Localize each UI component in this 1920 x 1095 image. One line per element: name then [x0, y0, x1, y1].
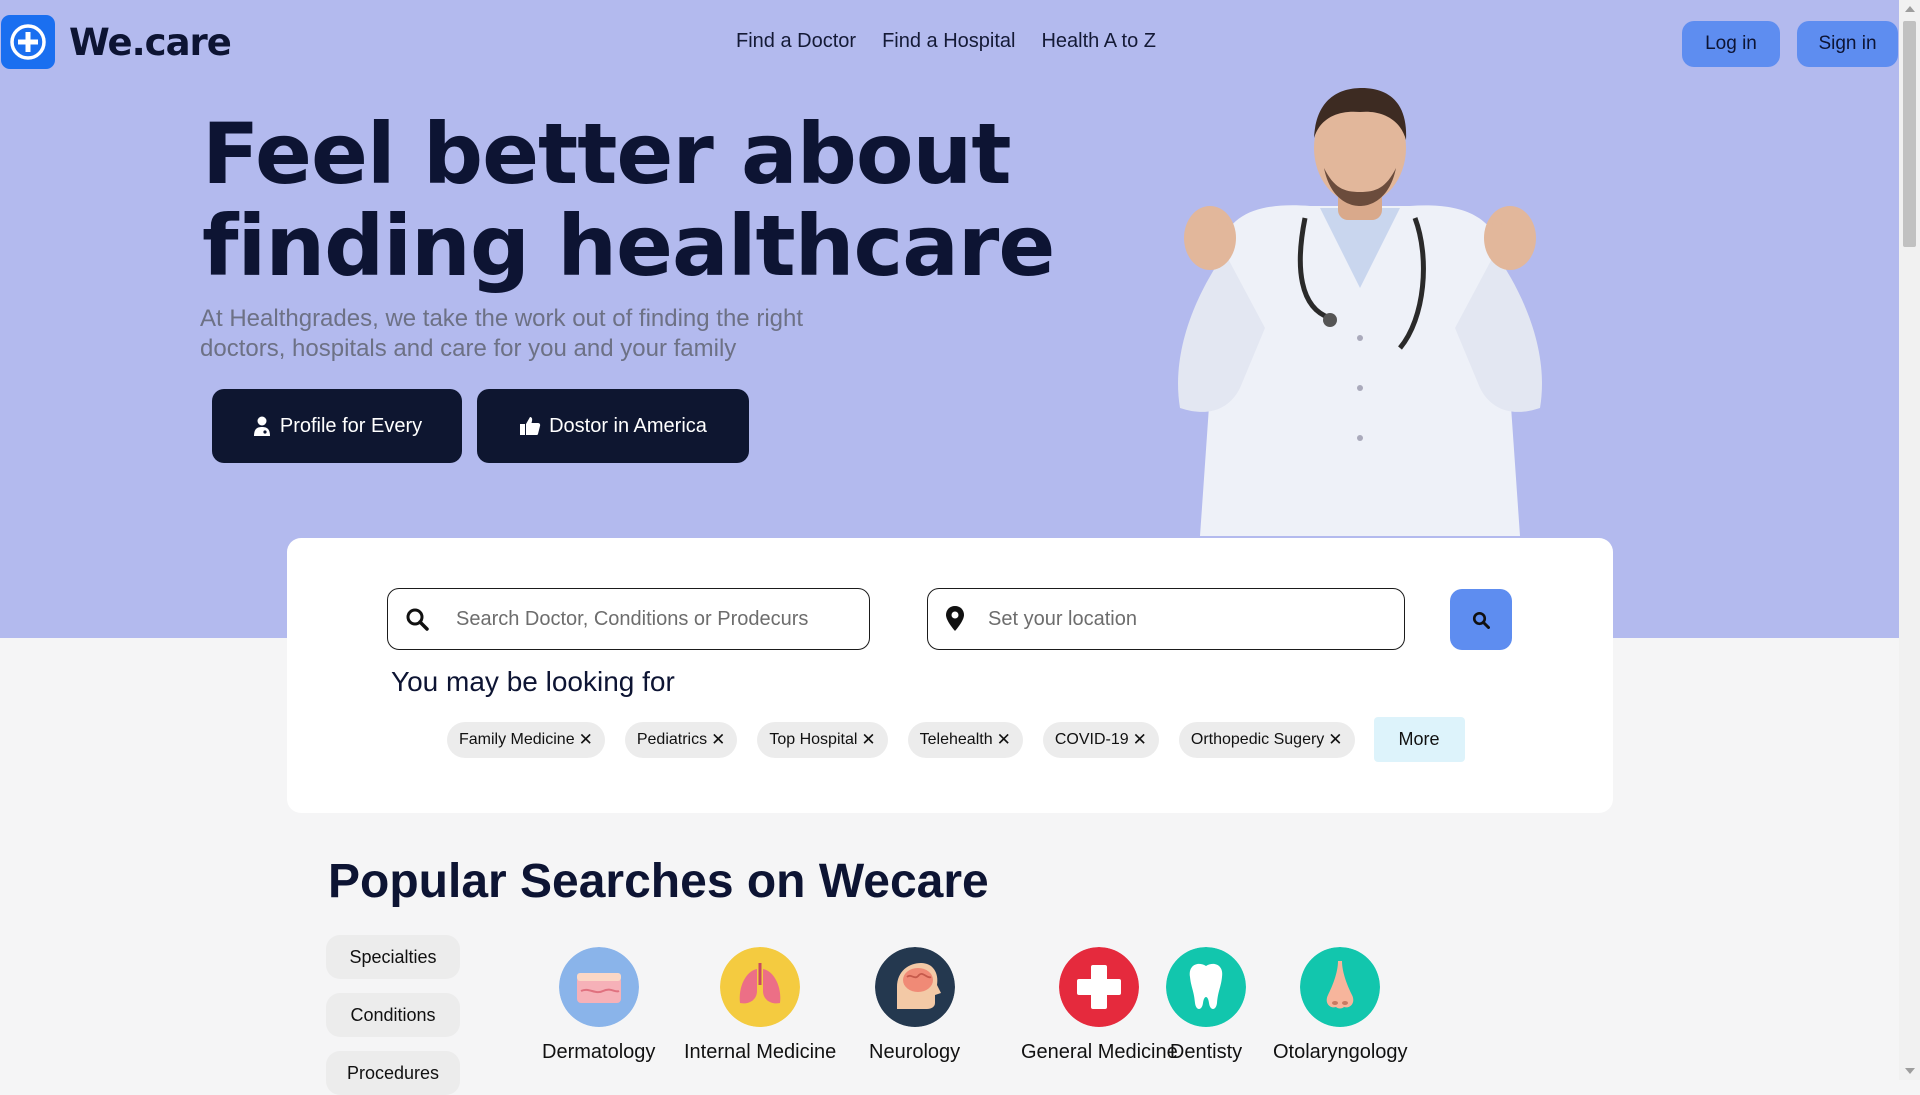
scrollbar-thumb[interactable] — [1903, 21, 1916, 247]
tab-conditions[interactable]: Conditions — [326, 993, 460, 1037]
close-icon[interactable]: ✕ — [579, 730, 593, 750]
chip-pediatrics[interactable]: Pediatrics ✕ — [624, 721, 738, 758]
specialty-label: Neurology — [869, 1041, 961, 1063]
skin-icon — [558, 947, 639, 1027]
suggestions-title: You may be looking for — [391, 666, 675, 697]
main-nav: Find a Doctor Find a Hospital Health A t… — [736, 30, 1156, 53]
suggestion-chips: Family Medicine ✕ Pediatrics ✕ Top Hospita… — [447, 717, 1465, 762]
logo[interactable]: We.care — [1, 15, 232, 69]
specialty-dentistry[interactable]: Dentisty — [1166, 947, 1246, 1064]
scroll-up-icon[interactable] — [1905, 6, 1915, 12]
search-input[interactable] — [454, 606, 869, 632]
specialty-dermatology[interactable]: Dermatology — [542, 947, 655, 1064]
hero-subtitle-line1: At Healthgrades, we take the work out of… — [200, 305, 804, 332]
specialty-label: Dermatology — [542, 1041, 656, 1063]
chip-label: Family Medicine — [459, 730, 575, 748]
chip-label: COVID-19 — [1054, 730, 1129, 748]
search-field[interactable] — [387, 588, 870, 650]
brain-icon — [874, 947, 955, 1027]
close-icon[interactable]: ✕ — [997, 730, 1011, 750]
chip-label: Top Hospital — [769, 730, 858, 748]
nose-icon — [1300, 947, 1381, 1027]
close-icon[interactable]: ✕ — [861, 730, 875, 750]
specialty-general-medicine[interactable]: General Medicine — [1021, 947, 1178, 1064]
search-icon — [404, 606, 430, 632]
specialty-label: General Medicine — [1021, 1041, 1178, 1063]
profile-button-label: Profile for Every — [279, 414, 423, 437]
hero-subtitle: At Healthgrades, we take the work out of… — [200, 304, 900, 364]
search-submit-button[interactable] — [1450, 589, 1512, 650]
tab-specialties[interactable]: Specialties — [326, 935, 460, 979]
signin-button[interactable]: Sign in — [1797, 21, 1898, 67]
chip-label: Orthopedic Sugery — [1190, 730, 1325, 748]
specialty-label: Otolaryngology — [1273, 1041, 1408, 1063]
thumbs-up-icon — [520, 417, 541, 435]
hero-title-line1: Feel better about — [202, 105, 1011, 203]
close-icon[interactable]: ✕ — [1133, 730, 1147, 750]
specialty-internal-medicine[interactable]: Internal Medicine — [684, 947, 836, 1064]
doctor-image — [1178, 88, 1542, 536]
popular-searches-title: Popular Searches on Wecare — [328, 855, 989, 908]
location-field[interactable] — [927, 588, 1405, 650]
chip-label: Pediatrics — [636, 730, 708, 748]
doctor-in-america-label: Dostor in America — [549, 414, 707, 437]
profile-button[interactable]: Profile for Every — [212, 389, 462, 463]
chip-label: Telehealth — [919, 730, 993, 748]
specialty-neurology[interactable]: Neurology — [869, 947, 960, 1064]
tab-procedures[interactable]: Procedures — [326, 1051, 460, 1095]
tooth-icon — [1166, 947, 1246, 1027]
doctor-in-america-button[interactable]: Dostor in America — [477, 389, 749, 463]
specialty-label: Internal Medicine — [684, 1041, 837, 1063]
location-pin-icon — [942, 606, 968, 632]
chip-family-medicine[interactable]: Family Medicine ✕ — [447, 721, 605, 758]
hero-title-line2: finding healthcare — [202, 197, 1055, 295]
medical-cross-icon — [1059, 947, 1140, 1027]
search-card: You may be looking for Family Medicine✕ … — [287, 538, 1613, 813]
location-input[interactable] — [986, 606, 1404, 632]
more-button[interactable]: More — [1373, 717, 1465, 762]
plus-icon — [1, 15, 55, 69]
nav-find-doctor[interactable]: Find a Doctor — [736, 30, 856, 53]
nav-find-hospital[interactable]: Find a Hospital — [882, 30, 1015, 53]
logo-text: We.care — [69, 20, 232, 64]
search-icon — [1472, 611, 1490, 629]
chip-covid-19[interactable]: COVID-19 ✕ — [1042, 721, 1159, 758]
lungs-icon — [720, 947, 801, 1027]
specialty-otolaryngology[interactable]: Otolaryngology — [1273, 947, 1408, 1064]
page-scrollbar[interactable] — [1899, 0, 1920, 1080]
close-icon[interactable]: ✕ — [711, 730, 725, 750]
close-icon[interactable]: ✕ — [1328, 730, 1342, 750]
hero-title: Feel better about finding healthcare — [202, 105, 1055, 295]
chip-telehealth[interactable]: Telehealth ✕ — [907, 721, 1023, 758]
login-button[interactable]: Log in — [1682, 21, 1780, 67]
doctor-icon — [253, 416, 270, 436]
chip-top-hospital[interactable]: Top Hospital ✕ — [757, 721, 888, 758]
chip-orthopedic-surgery[interactable]: Orthopedic Sugery ✕ — [1178, 721, 1355, 758]
specialty-label: Dentisty — [1169, 1041, 1243, 1063]
nav-health-a-to-z[interactable]: Health A to Z — [1041, 30, 1156, 53]
hero-subtitle-line2: doctors, hospitals and care for you and … — [200, 335, 737, 362]
scroll-down-icon[interactable] — [1905, 1068, 1915, 1074]
